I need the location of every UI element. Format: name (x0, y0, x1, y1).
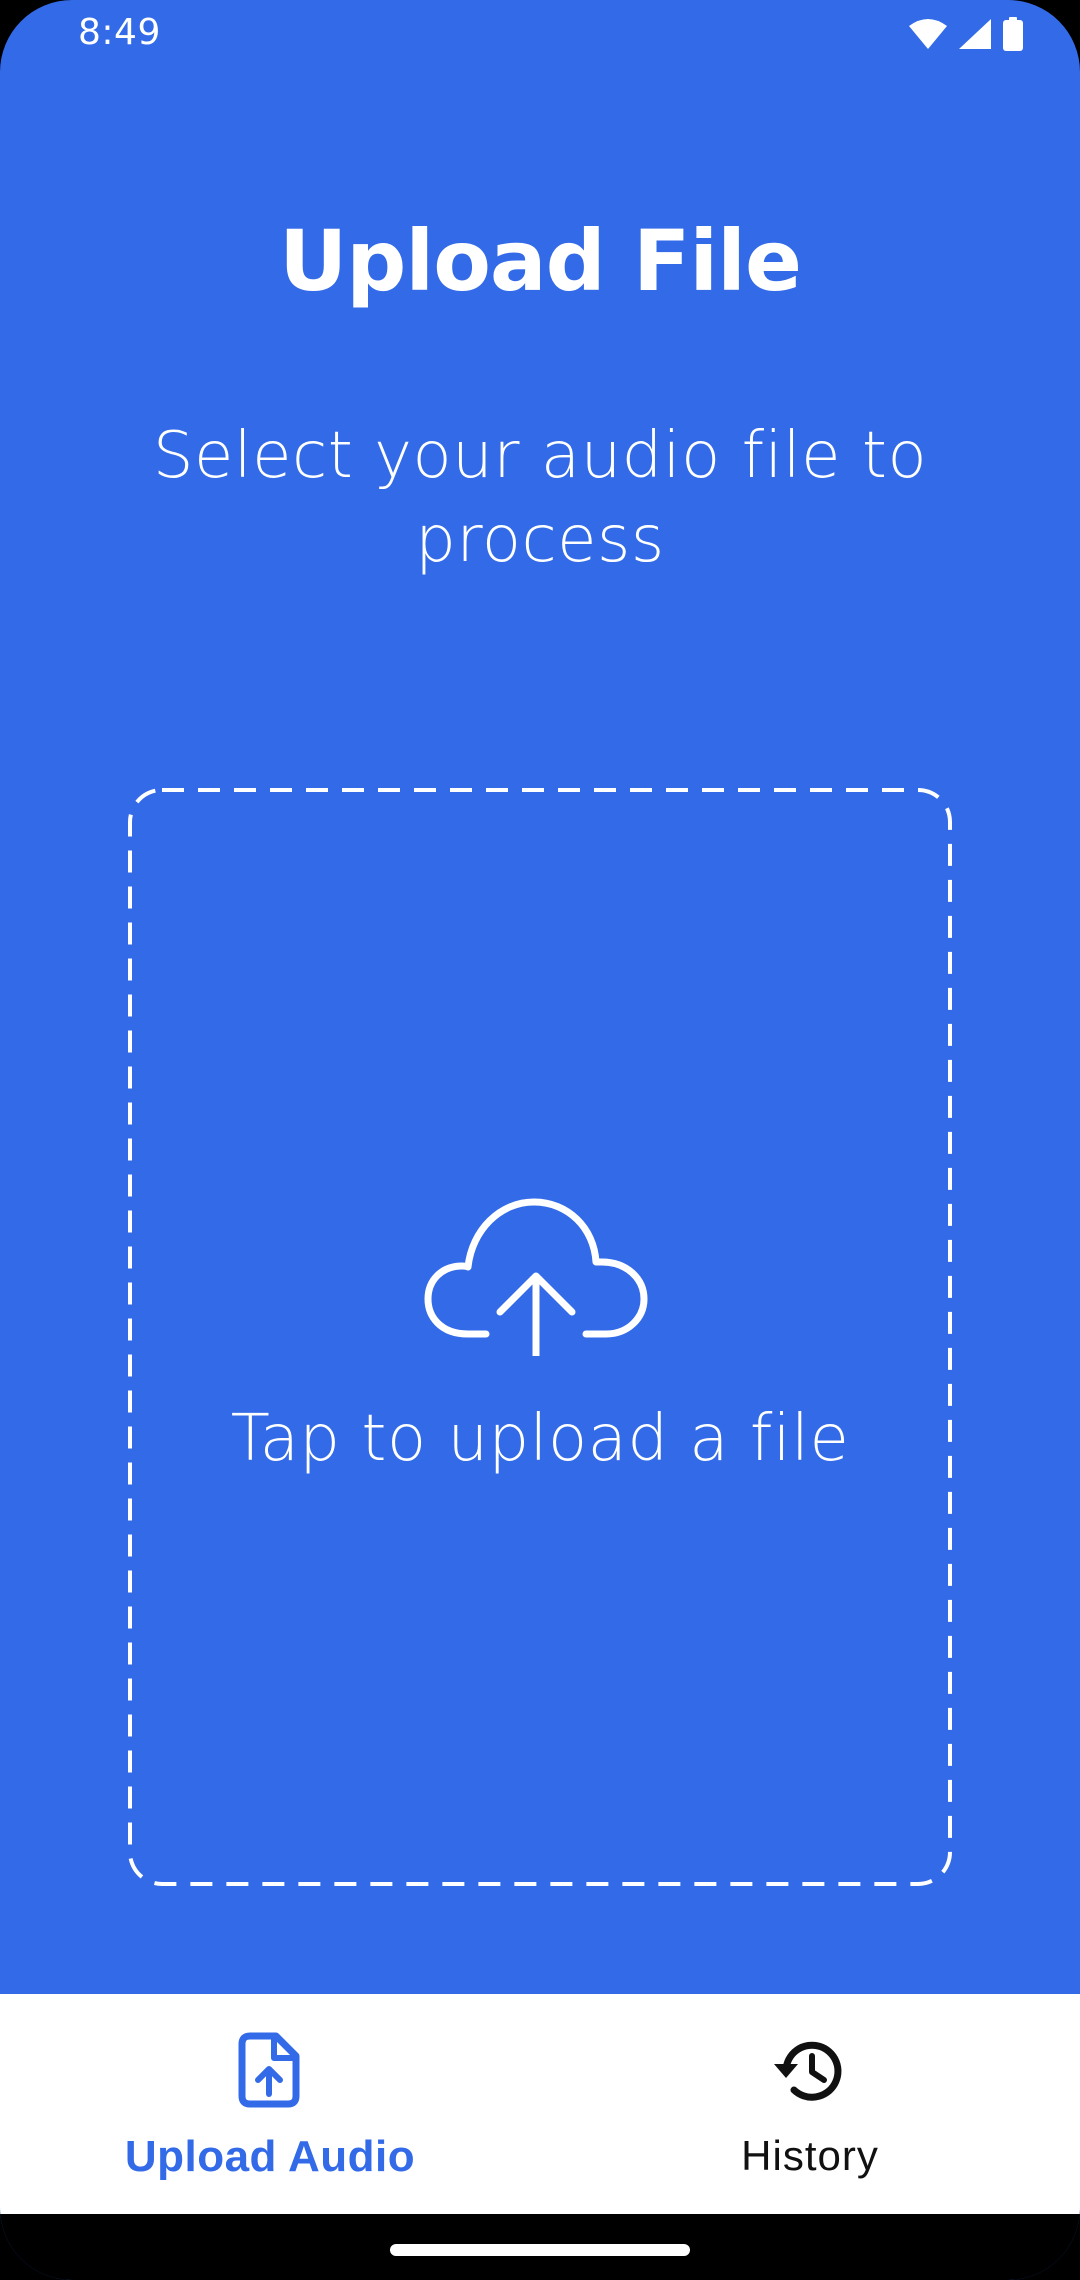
app-screen: 8:49 Upload File Select your audio file (0, 0, 1080, 2280)
upload-dropzone[interactable]: Tap to upload a file (128, 788, 952, 1886)
nav-item-history[interactable]: History (540, 1994, 1080, 2214)
status-bar: 8:49 (0, 0, 1080, 72)
signal-icon (958, 18, 992, 50)
status-time: 8:49 (78, 12, 161, 53)
battery-icon (1002, 17, 1024, 51)
home-gesture-handle[interactable] (390, 2244, 690, 2256)
dropzone-label: Tap to upload a file (230, 1402, 850, 1476)
page-title: Upload File (279, 212, 802, 310)
nav-item-upload-audio[interactable]: Upload Audio (0, 1994, 540, 2214)
bottom-navigation: Upload Audio History (0, 1994, 1080, 2214)
nav-label-history: History (741, 2132, 879, 2179)
cloud-upload-icon (424, 1198, 648, 1356)
wifi-icon (908, 18, 948, 50)
gesture-bar-area (0, 2214, 1080, 2280)
history-icon (774, 2041, 842, 2101)
status-icons (908, 16, 1024, 52)
page-subtitle: Select your audio file to process (152, 419, 928, 577)
file-upload-icon (238, 2032, 300, 2108)
nav-label-upload-audio: Upload Audio (124, 2132, 416, 2181)
